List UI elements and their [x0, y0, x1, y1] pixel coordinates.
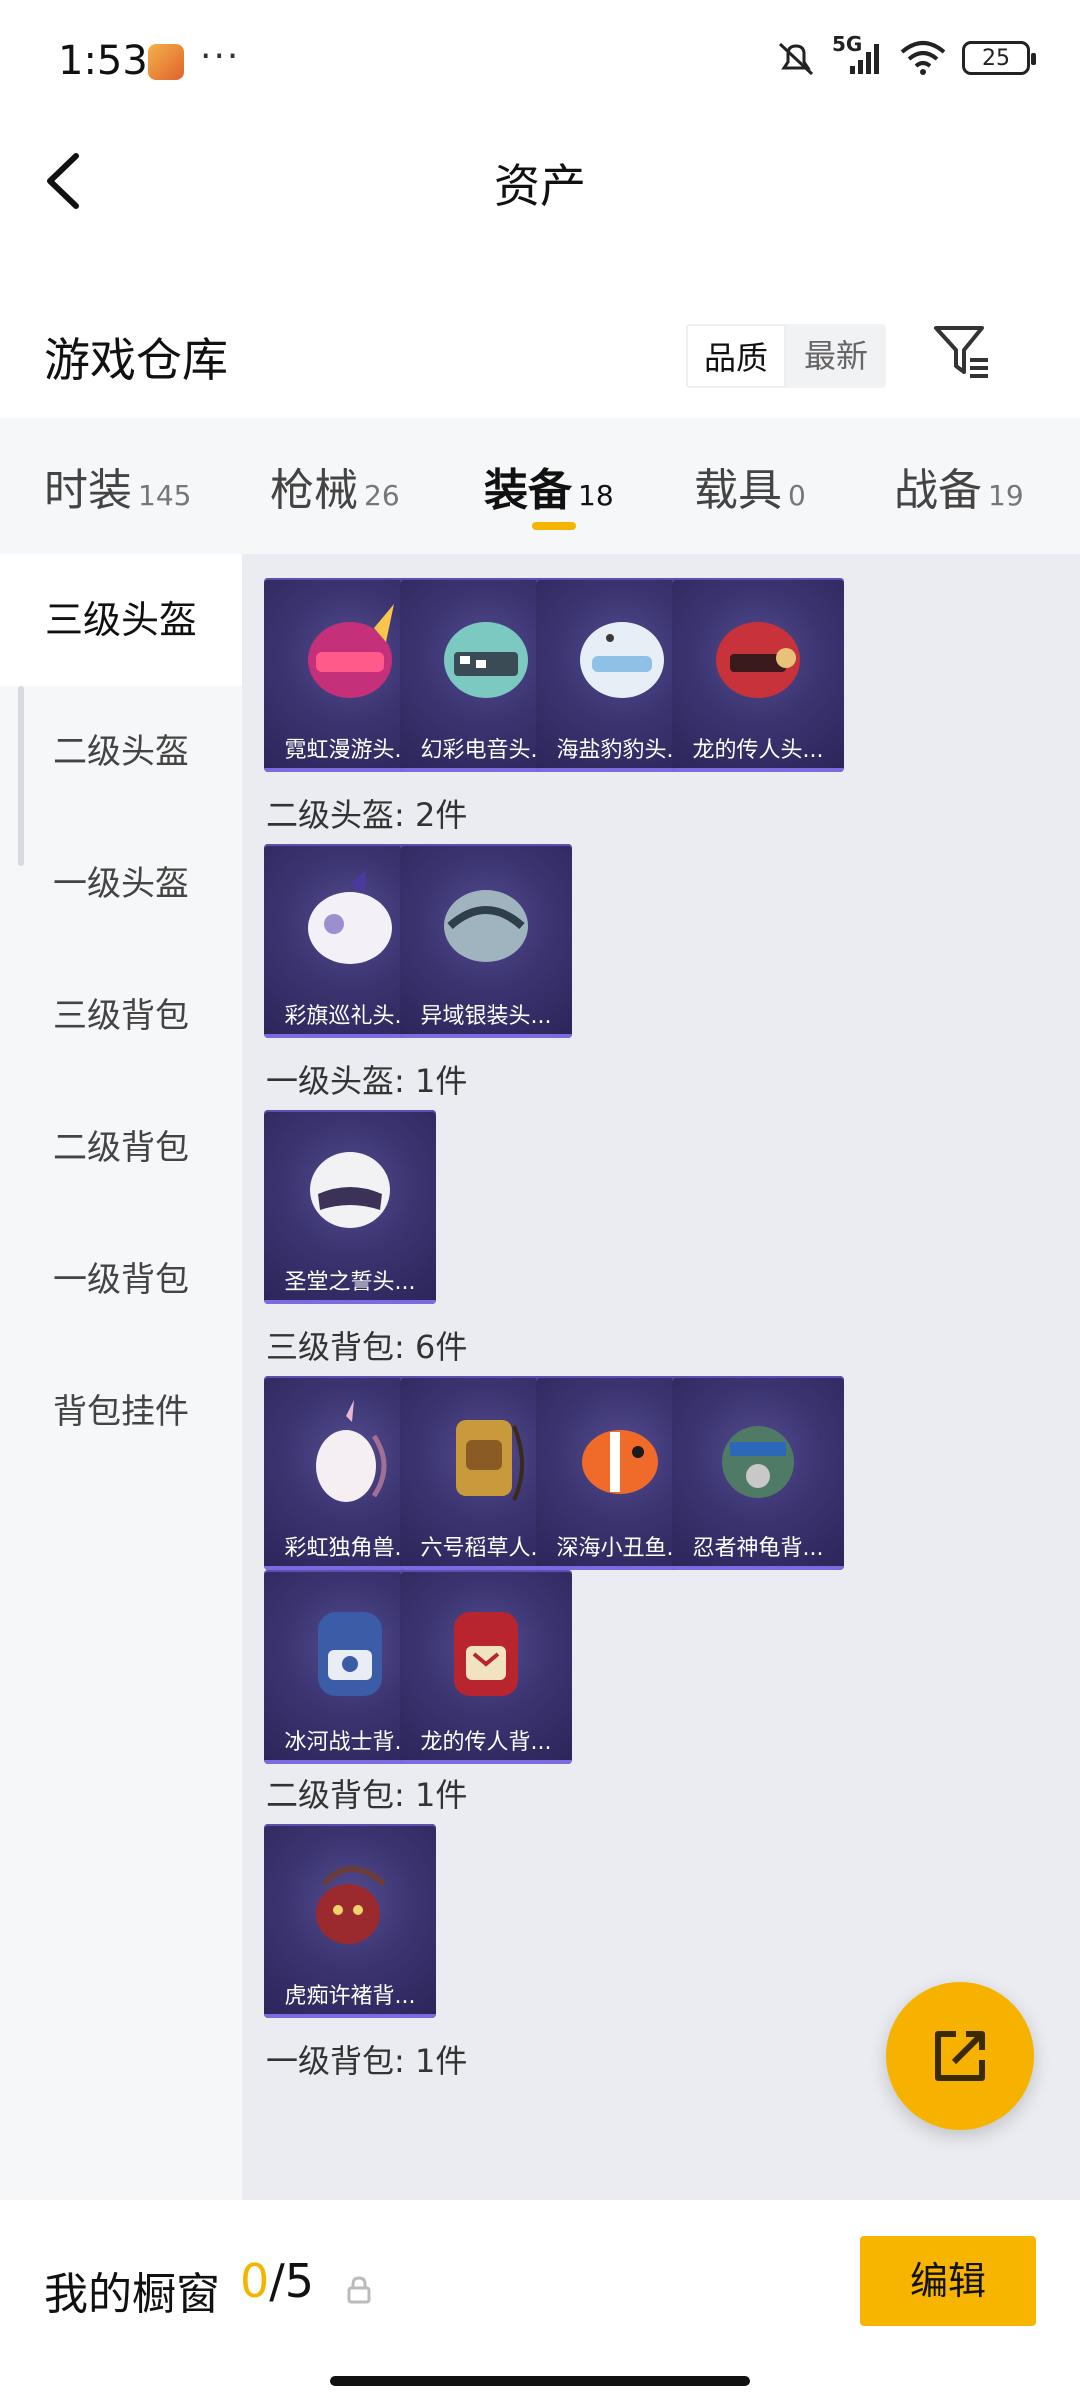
sidebar-item-level2-helmet[interactable]: 二级头盔: [0, 686, 242, 818]
tab-label: 时装: [44, 465, 132, 516]
neon-helmet-icon: [308, 604, 394, 698]
tab-vehicles[interactable]: 载具 0: [694, 454, 806, 518]
item-grid: 霓虹漫游头... 幻彩电音头... 海盐豹豹头... 龙的传人头... 二级头盔…: [242, 554, 1080, 2200]
tab-firearms[interactable]: 枪械 26: [270, 454, 400, 518]
tab-fashion[interactable]: 时装 145: [44, 454, 191, 518]
wifi-icon: [900, 41, 946, 75]
clownfish-backpack-icon: [582, 1430, 658, 1494]
tab-supplies[interactable]: 战备 19: [894, 454, 1024, 518]
scarecrow-backpack-icon: [456, 1420, 524, 1501]
item-name: 虎痴许褚背...: [284, 1984, 416, 2009]
tab-label: 战备: [894, 465, 982, 516]
section-label: 一级背包: 1件: [266, 2042, 468, 2080]
filter-icon: [934, 326, 988, 378]
warehouse-header: 游戏仓库 品质 最新: [0, 300, 1080, 410]
status-icons: 5G 25: [774, 32, 1036, 78]
battery-icon: 25: [962, 41, 1036, 75]
sort-toggle: 品质 最新: [686, 324, 886, 388]
section-label: 二级背包: 1件: [266, 1776, 468, 1814]
tab-count: 0: [788, 479, 806, 512]
section-label: 三级背包: 6件: [266, 1328, 468, 1366]
app-notification-icon: [148, 44, 184, 80]
status-bar: 1:53 ··· 5G 25: [0, 0, 1080, 120]
seal-helmet-icon: [580, 622, 664, 698]
ninja-turtle-backpack-icon: [722, 1426, 794, 1498]
warehouse-title: 游戏仓库: [44, 333, 228, 387]
edit-button[interactable]: 编辑: [860, 2236, 1036, 2326]
item-card[interactable]: 异域银装头...: [400, 844, 572, 1038]
cyber-helmet-icon: [444, 622, 528, 698]
tab-count: 19: [988, 479, 1024, 512]
silver-helmet-icon: [444, 890, 528, 962]
dragon-helmet-icon: [716, 622, 800, 698]
sidebar-item-level2-backpack[interactable]: 二级背包: [0, 1082, 242, 1214]
sidebar-scrollbar[interactable]: [18, 686, 24, 866]
tiger-backpack-icon: [316, 1866, 386, 1944]
tab-count: 145: [138, 479, 192, 512]
sort-quality-button[interactable]: 品质: [686, 324, 786, 388]
item-card[interactable]: 龙的传人背...: [400, 1570, 572, 1764]
tab-label: 装备: [484, 465, 572, 516]
active-tab-indicator: [532, 522, 576, 530]
sidebar-item-level1-helmet[interactable]: 一级头盔: [0, 818, 242, 950]
glacier-backpack-icon: [318, 1612, 382, 1696]
section-label: 二级头盔: 2件: [266, 796, 468, 834]
dragon-backpack-icon: [454, 1612, 518, 1696]
tab-count: 26: [364, 479, 400, 512]
unicorn-backpack-icon: [316, 1400, 387, 1502]
temple-helmet-icon: [310, 1152, 390, 1228]
page-title: 资产: [494, 159, 586, 213]
battery-level: 25: [982, 45, 1010, 71]
tab-label: 枪械: [270, 465, 358, 516]
signal-5g-icon: 5G: [832, 32, 884, 78]
more-notifications-icon: ···: [200, 36, 241, 77]
showcase-count: 0/5: [240, 2254, 314, 2308]
tab-equipment[interactable]: 装备 18: [484, 454, 614, 518]
share-icon: [935, 2031, 985, 2081]
festival-helmet-icon: [308, 870, 392, 964]
item-name: 龙的传人头...: [692, 738, 824, 763]
home-indicator[interactable]: [330, 2376, 750, 2386]
sidebar-item-backpack-charm[interactable]: 背包挂件: [0, 1346, 242, 1478]
mute-icon: [778, 42, 814, 76]
status-time: 1:53: [58, 38, 148, 84]
tab-label: 载具: [694, 465, 782, 516]
lock-icon: [347, 2276, 371, 2304]
sidebar: 三级头盔 二级头盔 一级头盔 三级背包 二级背包 一级背包 背包挂件: [0, 554, 242, 2200]
item-name: 龙的传人背...: [420, 1730, 552, 1755]
nav-bar: 资产: [0, 120, 1080, 240]
tab-count: 18: [578, 479, 614, 512]
section-label: 一级头盔: 1件: [266, 1062, 468, 1100]
item-card[interactable]: 忍者神龟背...: [672, 1376, 844, 1570]
sidebar-item-level3-backpack[interactable]: 三级背包: [0, 950, 242, 1082]
item-name: 圣堂之誓头...: [284, 1270, 416, 1295]
sidebar-item-level3-helmet[interactable]: 三级头盔: [0, 554, 242, 686]
bottom-bar: 我的橱窗 0/5 编辑: [0, 2200, 1080, 2400]
item-card[interactable]: 龙的传人头...: [672, 578, 844, 772]
showcase-label: 我的橱窗: [44, 2269, 220, 2320]
sidebar-item-level1-backpack[interactable]: 一级背包: [0, 1214, 242, 1346]
sort-newest-button[interactable]: 最新: [786, 324, 886, 388]
showcase-current: 0: [240, 2254, 270, 2308]
category-tabs: 时装 145 枪械 26 装备 18 载具 0 战备 19: [0, 418, 1080, 554]
item-card[interactable]: 虎痴许褚背...: [264, 1824, 436, 2018]
showcase-total: /5: [269, 2254, 315, 2308]
item-name: 异域银装头...: [420, 1004, 552, 1029]
share-button[interactable]: [886, 1982, 1034, 2130]
item-card[interactable]: 圣堂之誓头...: [264, 1110, 436, 1304]
filter-button[interactable]: [930, 320, 994, 384]
item-name: 忍者神龟背...: [692, 1536, 824, 1561]
